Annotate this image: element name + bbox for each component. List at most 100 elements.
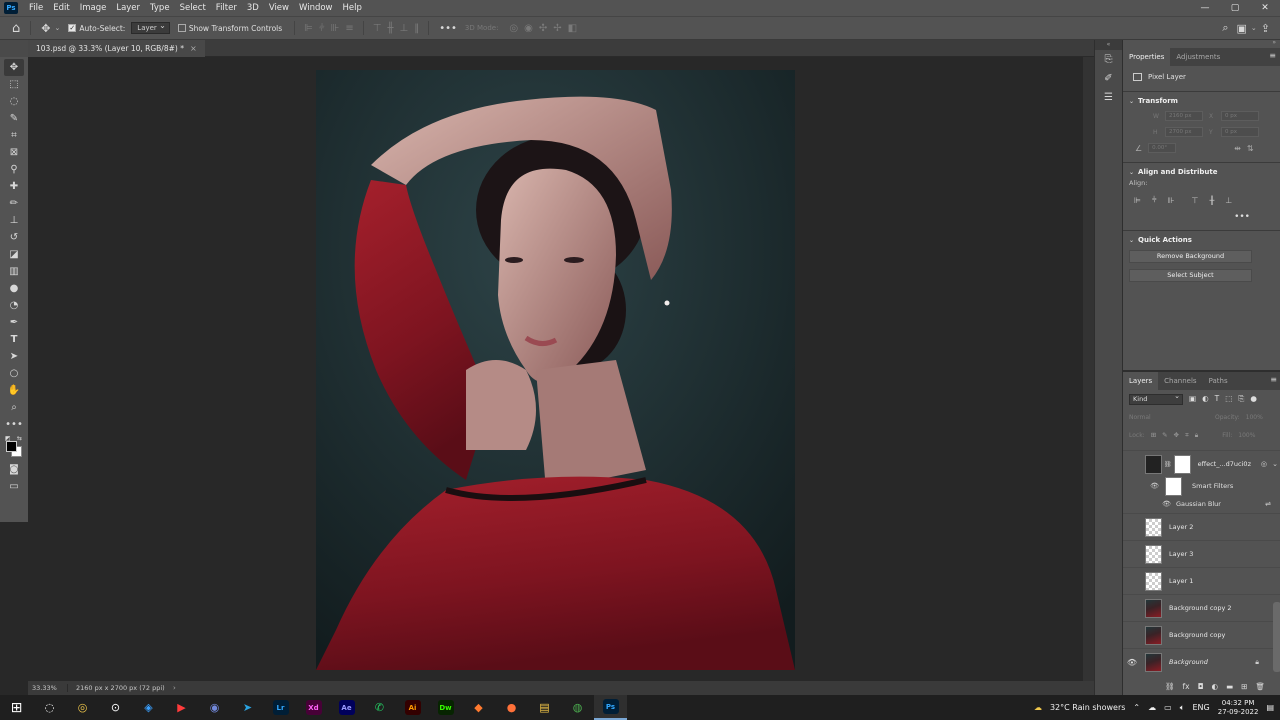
roll-3d-icon[interactable]: ◉: [524, 23, 533, 34]
align-bottom-edges-icon[interactable]: ⊥: [400, 23, 409, 34]
workspace-icon[interactable]: ▣: [1237, 22, 1247, 35]
distribute-vertical-icon[interactable]: ‖: [414, 23, 419, 34]
vertical-scrollbar[interactable]: [1083, 57, 1094, 681]
layer-name[interactable]: Layer 2: [1169, 523, 1193, 531]
search-icon[interactable]: ◌: [33, 695, 66, 720]
tab-layers[interactable]: Layers: [1123, 372, 1159, 390]
document-canvas[interactable]: [316, 70, 795, 670]
eraser-icon[interactable]: ◪: [4, 246, 24, 263]
close-icon[interactable]: ×: [190, 44, 197, 53]
quick-actions-header[interactable]: ⌄ Quick Actions: [1123, 233, 1280, 247]
dodge-icon[interactable]: ◔: [4, 297, 24, 314]
smart-filters-row[interactable]: 👁︎ Smart Filters: [1123, 476, 1280, 496]
x-field[interactable]: 0 px: [1221, 111, 1259, 121]
layer-row-background[interactable]: 👁︎ Background 🔒︎: [1123, 648, 1280, 675]
share-icon[interactable]: ⇪: [1261, 22, 1270, 35]
screen-mode-icon[interactable]: ▭: [4, 478, 24, 495]
flip-vertical-icon[interactable]: ⇅: [1247, 144, 1254, 153]
collapse-dock-icon[interactable]: «: [1095, 40, 1122, 50]
app-4-icon[interactable]: ▶: [165, 695, 198, 720]
align-vertical-centers-icon[interactable]: ╫: [387, 23, 393, 34]
zoom-icon[interactable]: ⌕: [4, 399, 24, 416]
remove-background-button[interactable]: Remove Background: [1129, 250, 1252, 263]
brush-icon[interactable]: ✏: [4, 195, 24, 212]
minimize-button[interactable]: —: [1190, 0, 1220, 16]
network-icon[interactable]: ▭: [1164, 703, 1172, 712]
chevron-down-icon[interactable]: ⌄: [1251, 24, 1257, 32]
align-top-edges-icon[interactable]: ⊤: [373, 23, 382, 34]
canvas-area[interactable]: [28, 57, 1083, 681]
weather-icon[interactable]: ☁: [1034, 703, 1042, 712]
layer-name[interactable]: Layer 3: [1169, 550, 1193, 558]
blend-mode-dropdown[interactable]: Normal: [1129, 414, 1189, 421]
width-field[interactable]: 2160 px: [1165, 111, 1203, 121]
eye-icon[interactable]: 👁︎: [1123, 658, 1141, 667]
lock-transparency-icon[interactable]: ⊞: [1151, 431, 1156, 440]
document-tab[interactable]: 103.psd @ 33.3% (Layer 10, RGB/8#) * ×: [28, 40, 205, 57]
healing-brush-icon[interactable]: ✚: [4, 178, 24, 195]
panel-menu-icon[interactable]: ≡: [1269, 51, 1276, 60]
align-top-icon[interactable]: ⊤: [1192, 196, 1199, 205]
add-mask-icon[interactable]: ◘: [1198, 682, 1204, 691]
layer-row-background-copy-2[interactable]: Background copy 2: [1123, 594, 1280, 621]
delete-layer-icon[interactable]: 🗑︎: [1255, 682, 1265, 691]
chevron-down-icon[interactable]: ⌄: [54, 24, 60, 32]
lasso-icon[interactable]: ◌: [4, 93, 24, 110]
layer-style-icon[interactable]: fx: [1183, 682, 1190, 691]
menu-layer[interactable]: Layer: [111, 0, 145, 16]
layer-name[interactable]: Background copy: [1169, 631, 1225, 639]
menu-edit[interactable]: Edit: [48, 0, 74, 16]
path-select-icon[interactable]: ➤: [4, 348, 24, 365]
notifications-icon[interactable]: ▤: [1266, 703, 1274, 712]
home-icon[interactable]: ⌂: [12, 21, 20, 36]
pan-3d-icon[interactable]: ✣: [539, 23, 547, 34]
menu-file[interactable]: File: [24, 0, 48, 16]
collapse-panels-icon[interactable]: »: [1272, 39, 1276, 46]
menu-help[interactable]: Help: [338, 0, 367, 16]
align-left-edges-icon[interactable]: ⊫: [304, 23, 313, 34]
align-right-edges-icon[interactable]: ⊪: [331, 23, 340, 34]
align-bottom-icon[interactable]: ⊥: [1225, 196, 1232, 205]
y-field[interactable]: 0 px: [1221, 127, 1259, 137]
layer-name[interactable]: effect_...d7uci0z: [1198, 460, 1251, 468]
layer-name[interactable]: Background copy 2: [1169, 604, 1232, 612]
more-options-icon[interactable]: •••: [439, 23, 457, 34]
eyedropper-icon[interactable]: ⚲: [4, 161, 24, 178]
menu-select[interactable]: Select: [175, 0, 211, 16]
whatsapp-icon[interactable]: ✆: [363, 695, 396, 720]
panel-menu-icon[interactable]: ≡: [1270, 375, 1277, 384]
tab-paths[interactable]: Paths: [1203, 372, 1234, 390]
align-middle-icon[interactable]: ╫: [1210, 196, 1215, 205]
layer-name[interactable]: Layer 1: [1169, 577, 1193, 585]
brush-settings-icon[interactable]: ✐: [1095, 69, 1122, 88]
eye-icon[interactable]: 👁︎: [1123, 500, 1171, 508]
filter-smart-object-icon[interactable]: ⎘: [1238, 394, 1244, 404]
filter-options-icon[interactable]: ⇌: [1265, 500, 1271, 508]
discord-icon[interactable]: ◉: [198, 695, 231, 720]
chevron-up-icon[interactable]: ⌃: [1133, 703, 1140, 712]
layer-name[interactable]: Background: [1169, 658, 1208, 666]
lock-all-icon[interactable]: 🔒︎: [1195, 431, 1198, 440]
dreamweaver-icon[interactable]: Dw: [429, 695, 462, 720]
chevron-down-icon[interactable]: ⌄: [1272, 460, 1278, 468]
smart-filter-mask-thumbnail[interactable]: [1165, 476, 1182, 496]
app-1-icon[interactable]: ◎: [66, 695, 99, 720]
layer-row-layer-2[interactable]: Layer 2: [1123, 513, 1280, 540]
blur-icon[interactable]: ●: [4, 280, 24, 297]
crop-icon[interactable]: ⌗: [4, 127, 24, 144]
close-button[interactable]: ✕: [1250, 0, 1280, 16]
align-center-icon[interactable]: ⫩: [1152, 195, 1157, 205]
flip-horizontal-icon[interactable]: ⇹: [1234, 144, 1241, 153]
layer-mask-thumbnail[interactable]: [1173, 454, 1191, 474]
ellipse-icon[interactable]: ○: [4, 365, 24, 382]
link-layers-icon[interactable]: ⛓: [1165, 682, 1175, 691]
auto-select-target-dropdown[interactable]: Layer: [131, 21, 170, 34]
lightroom-icon[interactable]: Lr: [264, 695, 297, 720]
link-icon[interactable]: ⛓: [1164, 461, 1172, 468]
filter-adjustment-icon[interactable]: ◐: [1202, 394, 1209, 404]
xd-icon[interactable]: Xd: [297, 695, 330, 720]
weather-text[interactable]: 32°C Rain showers: [1050, 703, 1125, 712]
foreground-color-swatch[interactable]: [6, 441, 17, 452]
filter-pixel-icon[interactable]: ▣: [1189, 394, 1196, 404]
new-group-icon[interactable]: ▬: [1226, 682, 1233, 691]
